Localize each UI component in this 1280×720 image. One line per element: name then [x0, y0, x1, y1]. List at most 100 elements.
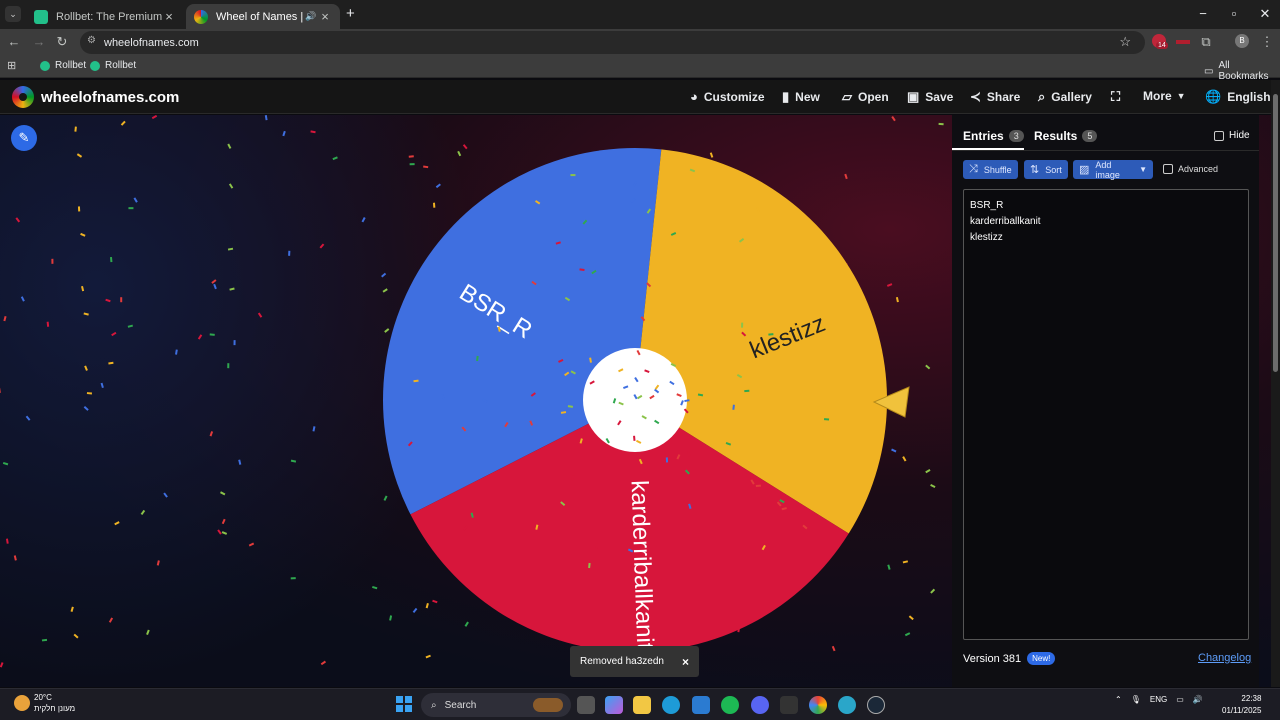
changelog-link[interactable]: Changelog: [1198, 652, 1251, 664]
browser-toolbar: ← → ↻ ⚙ wheelofnames.com ☆ 14 ⧉ B ⋮: [0, 29, 1280, 56]
tab-entries[interactable]: Entries 3: [963, 129, 1024, 143]
epic-games-icon[interactable]: [780, 696, 798, 714]
confetti-piece: [140, 509, 146, 516]
more-button[interactable]: More ▼: [1143, 89, 1186, 103]
extension-red-icon[interactable]: [1176, 40, 1190, 44]
windows-start-icon[interactable]: [396, 696, 412, 712]
volume-icon[interactable]: 🔊: [1193, 695, 1203, 704]
language-indicator[interactable]: ENG: [1150, 695, 1167, 704]
bookmark-star-icon[interactable]: ☆: [1119, 34, 1131, 50]
profile-avatar[interactable]: B: [1235, 34, 1249, 48]
extensions-puzzle-icon[interactable]: ⧉: [1197, 34, 1215, 50]
steam-icon[interactable]: [867, 696, 885, 714]
edge-icon[interactable]: [662, 696, 680, 714]
minimize-button[interactable]: −: [1188, 6, 1218, 21]
back-icon[interactable]: ←: [5, 34, 23, 49]
confetti-piece: [81, 285, 85, 292]
sort-icon: ⇅: [1030, 164, 1040, 176]
hide-toggle[interactable]: Hide: [1214, 130, 1250, 141]
new-button[interactable]: ▮ New: [782, 89, 820, 105]
close-tab-icon[interactable]: ×: [162, 9, 176, 24]
all-bookmarks-button[interactable]: ▭ All Bookmarks: [1204, 60, 1280, 82]
browser-tab-strip: ⌄ Rollbet: The Premium Sweepsta × Wheel …: [0, 0, 1280, 29]
advanced-checkbox[interactable]: [1163, 164, 1173, 174]
bookmark-rollbet-2[interactable]: Rollbet: [90, 60, 136, 71]
open-button[interactable]: ▱ Open: [842, 89, 889, 105]
tab-wheel-of-names[interactable]: Wheel of Names | Random 🔊 ×: [186, 4, 340, 29]
edit-pencil-button[interactable]: ✎: [11, 125, 37, 151]
confetti-piece: [312, 426, 316, 432]
toast-close-button[interactable]: ×: [682, 655, 689, 669]
site-logo[interactable]: wheelofnames.com: [12, 86, 179, 108]
system-tray: ⌃ 🎙 ENG ▭ 🔊: [1115, 695, 1203, 704]
fullscreen-button[interactable]: ⛶: [1111, 89, 1126, 105]
taskbar-clock[interactable]: 22:38 01/11/2025: [1222, 693, 1261, 717]
confetti-piece: [151, 115, 158, 120]
tab-rollbet[interactable]: Rollbet: The Premium Sweepsta ×: [26, 4, 184, 29]
confetti-piece: [120, 297, 123, 303]
confetti-piece: [320, 660, 327, 666]
gallery-button[interactable]: ⌕ Gallery: [1038, 89, 1092, 105]
spotify-icon[interactable]: [721, 696, 739, 714]
file-explorer-icon[interactable]: [633, 696, 651, 714]
confetti-piece: [908, 615, 914, 621]
app-icon[interactable]: [838, 696, 856, 714]
language-button[interactable]: 🌐 English: [1205, 89, 1271, 105]
network-icon[interactable]: ▭: [1176, 695, 1184, 704]
confetti-piece: [220, 491, 226, 496]
hide-checkbox[interactable]: [1214, 130, 1224, 141]
confetti-piece: [163, 492, 168, 498]
reload-icon[interactable]: ↻: [53, 34, 71, 50]
share-button[interactable]: ≺ Share: [970, 89, 1020, 105]
confetti-piece: [361, 217, 366, 223]
forward-icon[interactable]: →: [30, 34, 48, 49]
confetti-piece: [227, 143, 232, 149]
weather-widget[interactable]: 20°C מעונן חלקית: [14, 692, 75, 714]
restore-button[interactable]: ▫: [1219, 6, 1249, 21]
menu-kebab-icon[interactable]: ⋮: [1258, 34, 1276, 50]
sort-button[interactable]: ⇅ Sort: [1024, 160, 1068, 179]
customize-button[interactable]: ◕ Customize: [690, 89, 765, 104]
confetti-piece: [290, 577, 296, 580]
taskbar-search[interactable]: ⌕ Search: [421, 693, 571, 717]
spin-wheel[interactable]: BSR_R klestizzkarderriballkanit: [383, 147, 888, 653]
chevron-up-icon[interactable]: ⌃: [1115, 695, 1122, 704]
new-tab-button[interactable]: +: [346, 5, 355, 22]
confetti-piece: [70, 606, 74, 612]
entries-textarea[interactable]: BSR_R karderriballkanit klestizz: [963, 189, 1249, 640]
confetti-piece: [282, 130, 286, 137]
confetti-piece: [2, 461, 9, 466]
confetti-piece: [891, 448, 897, 453]
chevron-down-icon: ▼: [1176, 91, 1186, 101]
speaker-icon[interactable]: 🔊: [304, 11, 318, 22]
shuffle-button[interactable]: ⤨ Shuffle: [963, 160, 1018, 179]
add-image-button[interactable]: ▨ Add image ▼: [1073, 160, 1153, 180]
apps-grid-icon[interactable]: ⊞: [7, 59, 16, 72]
copilot-icon[interactable]: [605, 696, 623, 714]
advanced-toggle[interactable]: Advanced: [1163, 164, 1218, 174]
confetti-piece: [86, 392, 93, 395]
task-view-icon[interactable]: [577, 696, 595, 714]
save-button[interactable]: ▣ Save: [907, 89, 953, 105]
close-window-button[interactable]: ✕: [1250, 6, 1280, 22]
tab-list-button[interactable]: ⌄: [5, 6, 21, 22]
microphone-icon[interactable]: 🎙: [1131, 695, 1141, 704]
confetti-piece: [408, 155, 414, 158]
main-area: BSR_R klestizz karderriballkanit ✎ Removed…: [0, 115, 1271, 687]
address-bar[interactable]: ⚙ wheelofnames.com ☆: [80, 31, 1145, 54]
close-tab-icon[interactable]: ×: [318, 9, 332, 24]
chrome-icon[interactable]: [809, 696, 827, 714]
fullscreen-icon: ⛶: [1111, 89, 1121, 104]
store-icon[interactable]: [692, 696, 710, 714]
discord-icon[interactable]: [751, 696, 769, 714]
bookmark-rollbet-1[interactable]: Rollbet: [40, 60, 86, 71]
gallery-label: Gallery: [1051, 90, 1092, 104]
page-scrollbar-thumb[interactable]: [1273, 94, 1278, 372]
confetti-piece: [381, 272, 387, 278]
tab-results[interactable]: Results 5: [1034, 129, 1098, 143]
toast-message: Removed ha3zedn: [580, 656, 664, 667]
site-info-icon[interactable]: ⚙: [87, 35, 96, 46]
confetti-piece: [432, 599, 438, 604]
confetti-piece: [332, 156, 338, 161]
palette-icon: ◕: [690, 89, 698, 104]
